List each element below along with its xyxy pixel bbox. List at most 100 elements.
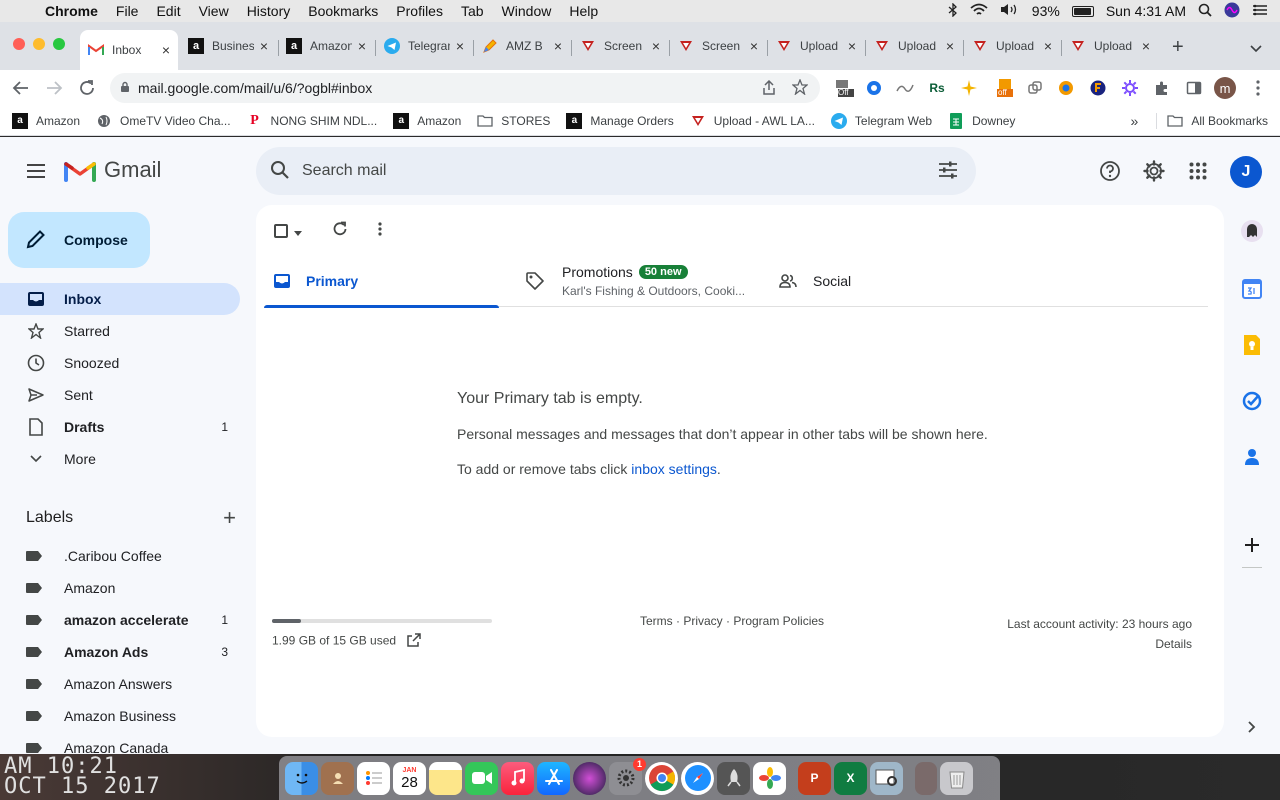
new-tab-icon[interactable]: + (1172, 36, 1184, 59)
menu-history[interactable]: History (238, 3, 300, 19)
chrome-menu-icon[interactable] (1248, 78, 1268, 98)
tab-amazon[interactable]: a Amazon × (278, 30, 374, 62)
search-icon[interactable] (270, 160, 290, 183)
safari-icon[interactable] (681, 761, 714, 795)
menu-app-name[interactable]: Chrome (36, 3, 107, 19)
bookmark-ometv[interactable]: OmeTV Video Cha... (96, 113, 231, 129)
nav-starred[interactable]: Starred (0, 315, 240, 347)
tab-social[interactable]: Social (779, 255, 979, 307)
extension-orange-circle-icon[interactable] (1056, 78, 1076, 98)
tab-inbox[interactable]: Inbox × (80, 30, 178, 70)
close-tab-icon[interactable]: × (554, 38, 562, 54)
spotlight-search-icon[interactable] (1198, 3, 1212, 20)
launchpad-rocket-icon[interactable] (717, 761, 750, 795)
extension-sparkle-icon[interactable] (959, 78, 979, 98)
add-label-icon[interactable]: + (223, 505, 236, 531)
tasks-icon[interactable] (1240, 389, 1264, 413)
extension-blue-flower-icon[interactable] (864, 78, 884, 98)
volume-icon[interactable] (1000, 3, 1020, 19)
menu-view[interactable]: View (190, 3, 238, 19)
nav-more[interactable]: More (0, 443, 240, 475)
calendar-app-icon[interactable]: JAN 28 (393, 761, 426, 795)
label-item[interactable]: Amazon (0, 572, 240, 604)
close-tab-icon[interactable]: × (1142, 38, 1150, 54)
app-store-icon[interactable] (537, 761, 570, 795)
tab-screen-2[interactable]: Screen × (670, 30, 766, 62)
more-options-icon[interactable] (378, 222, 382, 239)
tab-amz[interactable]: AMZ B × (474, 30, 570, 62)
tab-upload-2[interactable]: Upload × (866, 30, 962, 62)
account-avatar[interactable]: J (1230, 156, 1262, 188)
menu-file[interactable]: File (107, 3, 148, 19)
extension-off-badge-icon[interactable]: off (995, 78, 1015, 98)
apps-grid-icon[interactable] (1186, 159, 1210, 183)
footer-links[interactable]: Terms · Privacy · Program Policies (640, 614, 824, 628)
extension-purple-gear-icon[interactable] (1120, 78, 1140, 98)
extension-f-icon[interactable] (1088, 78, 1108, 98)
extensions-puzzle-icon[interactable] (1152, 78, 1172, 98)
extension-scribble-icon[interactable] (895, 78, 915, 98)
battery-icon[interactable] (1071, 5, 1094, 17)
all-bookmarks[interactable]: All Bookmarks (1191, 114, 1268, 128)
menu-tab[interactable]: Tab (452, 3, 493, 19)
bookmark-amazon[interactable]: a Amazon (12, 112, 80, 129)
tab-search-icon[interactable] (1250, 40, 1262, 56)
contacts-book-icon[interactable] (321, 761, 354, 795)
finder-icon[interactable] (285, 761, 318, 795)
wifi-icon[interactable] (970, 3, 988, 19)
menu-edit[interactable]: Edit (147, 3, 189, 19)
music-icon[interactable] (501, 761, 534, 795)
bookmark-amazon-2[interactable]: a Amazon (393, 112, 461, 129)
label-item[interactable]: Amazon Canada (0, 732, 240, 754)
menu-profiles[interactable]: Profiles (387, 3, 452, 19)
side-panel-icon[interactable] (1184, 78, 1204, 98)
ghost-addon-icon[interactable] (1240, 219, 1264, 243)
siri-icon[interactable] (1224, 2, 1240, 21)
select-dropdown-icon[interactable] (294, 223, 302, 239)
bookmark-stores-folder[interactable]: STORES (477, 113, 550, 129)
tab-promotions[interactable]: Promotions 50 new Karl's Fishing & Outdo… (526, 255, 776, 307)
close-tab-icon[interactable]: × (260, 38, 268, 54)
menu-help[interactable]: Help (560, 3, 607, 19)
tab-upload-4[interactable]: Upload × (1062, 30, 1158, 62)
keep-icon[interactable] (1240, 333, 1264, 357)
share-icon[interactable] (762, 79, 776, 99)
clock-datetime[interactable]: Sun 4:31 AM (1106, 3, 1186, 19)
menu-window[interactable]: Window (493, 3, 561, 19)
tab-telegram[interactable]: Telegram × (376, 30, 472, 62)
label-item[interactable]: .Caribou Coffee (0, 540, 240, 572)
siri-dock-icon[interactable] (573, 761, 606, 795)
help-icon[interactable] (1098, 159, 1122, 183)
extension-rs-icon[interactable]: Rs (927, 78, 947, 98)
contacts-icon[interactable] (1240, 445, 1264, 469)
extension-off-icon[interactable]: Off (834, 78, 854, 98)
compose-button[interactable]: Compose (8, 212, 150, 268)
inbox-settings-link[interactable]: inbox settings (631, 461, 717, 477)
photos-icon[interactable] (753, 761, 786, 795)
downloads-stack-icon[interactable] (915, 761, 937, 795)
settings-gear-icon[interactable] (1142, 159, 1166, 183)
bluetooth-icon[interactable] (948, 1, 958, 20)
label-item[interactable]: Amazon Business (0, 700, 240, 732)
control-center-icon[interactable] (1252, 3, 1268, 19)
bookmark-upload-awl[interactable]: Upload - AWL LA... (690, 113, 815, 129)
facetime-messages-icon[interactable] (465, 761, 498, 795)
label-item[interactable]: Amazon Ads 3 (0, 636, 240, 668)
label-item[interactable]: Amazon Answers (0, 668, 240, 700)
activity-details-link[interactable]: Details (1007, 634, 1192, 654)
close-tab-icon[interactable]: × (946, 38, 954, 54)
main-menu-icon[interactable] (22, 159, 50, 183)
close-tab-icon[interactable]: × (652, 38, 660, 54)
system-preferences-icon[interactable]: 1 (609, 757, 646, 795)
extension-link-icon[interactable] (1025, 78, 1045, 98)
nav-drafts[interactable]: Drafts 1 (0, 411, 240, 443)
search-options-icon[interactable] (938, 161, 958, 182)
close-tab-icon[interactable]: × (456, 38, 464, 54)
label-item[interactable]: amazon accelerate 1 (0, 604, 240, 636)
nav-snoozed[interactable]: Snoozed (0, 347, 240, 379)
minimize-window-button[interactable] (33, 38, 45, 50)
close-tab-icon[interactable]: × (848, 38, 856, 54)
tab-upload-1[interactable]: Upload × (768, 30, 864, 62)
notes-icon[interactable] (429, 761, 462, 795)
lock-icon[interactable] (120, 81, 138, 96)
